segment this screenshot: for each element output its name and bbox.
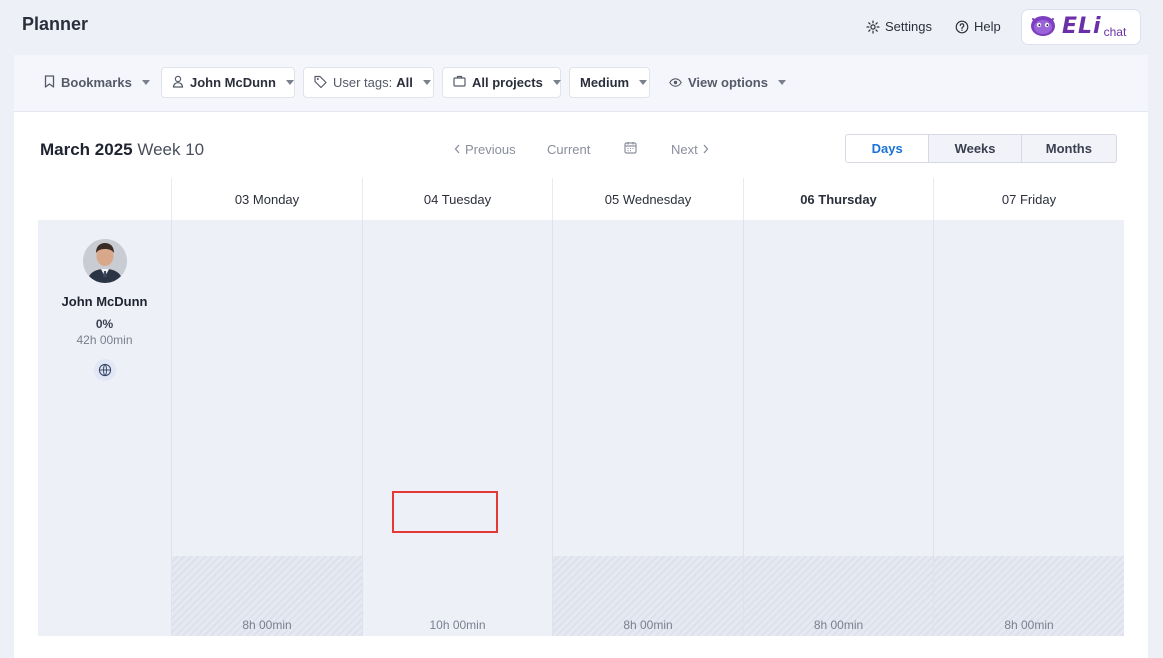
day-header-tuesday: 04 Tuesday bbox=[362, 178, 552, 220]
day-capacity: 8h 00min bbox=[242, 618, 292, 632]
user-filter-label: John McDunn bbox=[190, 75, 276, 90]
calendar-icon bbox=[624, 141, 637, 157]
next-button[interactable]: Next bbox=[671, 142, 709, 157]
day-column-wednesday[interactable]: 8h 00min bbox=[552, 220, 743, 636]
planner-card: March 2025 Week 10 Previous Current Next… bbox=[14, 112, 1148, 658]
help-link[interactable]: Help bbox=[955, 19, 1001, 34]
chevron-right-icon bbox=[702, 142, 709, 157]
day-header-thursday: 06 Thursday bbox=[743, 178, 933, 220]
eye-icon bbox=[669, 75, 682, 90]
settings-label: Settings bbox=[885, 19, 932, 34]
size-dropdown[interactable]: Medium bbox=[569, 67, 650, 98]
eli-mascot-icon bbox=[1030, 13, 1056, 42]
user-tags-prefix: User tags: bbox=[333, 75, 393, 90]
user-name: John McDunn bbox=[61, 294, 148, 309]
chevron-left-icon bbox=[454, 142, 461, 157]
month-label: March 2025 bbox=[40, 140, 133, 159]
previous-button[interactable]: Previous bbox=[454, 142, 516, 157]
calendar-picker-button[interactable] bbox=[624, 141, 637, 157]
eli-logo-suffix: chat bbox=[1103, 25, 1127, 39]
chevron-down-icon bbox=[141, 80, 150, 85]
planner-grid: John McDunn 0% 42h 00min 8h 00min 10h 00… bbox=[38, 220, 1124, 636]
day-capacity: 10h 00min bbox=[429, 618, 486, 632]
view-mode-days[interactable]: Days bbox=[846, 135, 929, 162]
day-column-friday[interactable]: 8h 00min bbox=[933, 220, 1124, 636]
page-title: Planner bbox=[22, 14, 89, 34]
view-mode-weeks[interactable]: Weeks bbox=[928, 135, 1020, 162]
chevron-down-icon bbox=[639, 80, 648, 85]
projects-dropdown[interactable]: All projects bbox=[442, 67, 561, 98]
view-mode-months[interactable]: Months bbox=[1020, 135, 1116, 162]
period-heading: March 2025 Week 10 bbox=[40, 140, 204, 160]
previous-label: Previous bbox=[465, 142, 516, 157]
bookmarks-label: Bookmarks bbox=[61, 75, 132, 90]
globe-icon[interactable] bbox=[94, 359, 116, 381]
filter-toolbar: Bookmarks John McDunn User tags: All All… bbox=[14, 55, 1148, 112]
day-header-monday: 03 Monday bbox=[171, 178, 362, 220]
user-utilization: 0% bbox=[95, 317, 114, 331]
help-icon bbox=[955, 20, 969, 34]
gear-icon bbox=[866, 19, 880, 34]
chevron-down-icon bbox=[552, 80, 561, 85]
bookmark-icon bbox=[44, 74, 55, 91]
chevron-down-icon bbox=[422, 80, 431, 85]
chevron-down-icon bbox=[285, 80, 294, 85]
day-header-friday: 07 Friday bbox=[933, 178, 1124, 220]
view-options-dropdown[interactable]: View options bbox=[659, 67, 796, 98]
user-tags-dropdown[interactable]: User tags: All bbox=[303, 67, 434, 98]
chevron-down-icon bbox=[777, 80, 786, 85]
day-column-tuesday[interactable]: 10h 00min bbox=[362, 220, 552, 636]
avatar[interactable] bbox=[83, 239, 127, 283]
eli-chat-button[interactable]: ELi chat bbox=[1021, 9, 1141, 45]
user-filter-dropdown[interactable]: John McDunn bbox=[161, 67, 295, 98]
size-label: Medium bbox=[580, 75, 630, 90]
user-icon bbox=[172, 75, 184, 91]
day-column-thursday[interactable]: 8h 00min bbox=[743, 220, 933, 636]
day-header-row: 03 Monday 04 Tuesday 05 Wednesday 06 Thu… bbox=[38, 178, 1124, 220]
projects-label: All projects bbox=[472, 75, 543, 90]
current-button[interactable]: Current bbox=[547, 142, 590, 157]
view-mode-switcher: Days Weeks Months bbox=[845, 134, 1117, 163]
day-capacity: 8h 00min bbox=[1004, 618, 1054, 632]
bookmarks-dropdown[interactable]: Bookmarks bbox=[34, 67, 160, 98]
tag-icon bbox=[314, 75, 327, 91]
eli-logo-text: ELi bbox=[1062, 14, 1102, 39]
help-label: Help bbox=[974, 19, 1001, 34]
user-total-hours: 42h 00min bbox=[76, 333, 133, 347]
day-capacity: 8h 00min bbox=[623, 618, 673, 632]
day-capacity: 8h 00min bbox=[813, 618, 864, 632]
week-label: Week 10 bbox=[137, 140, 205, 159]
user-row-header: John McDunn 0% 42h 00min bbox=[38, 220, 171, 636]
current-label: Current bbox=[547, 142, 591, 157]
user-tags-value: All bbox=[396, 75, 413, 90]
day-header-wednesday: 05 Wednesday bbox=[552, 178, 743, 220]
next-label: Next bbox=[671, 142, 698, 157]
briefcase-icon bbox=[453, 75, 466, 90]
view-options-label: View options bbox=[688, 75, 768, 90]
day-column-monday[interactable]: 8h 00min bbox=[171, 220, 362, 636]
settings-link[interactable]: Settings bbox=[866, 19, 932, 34]
